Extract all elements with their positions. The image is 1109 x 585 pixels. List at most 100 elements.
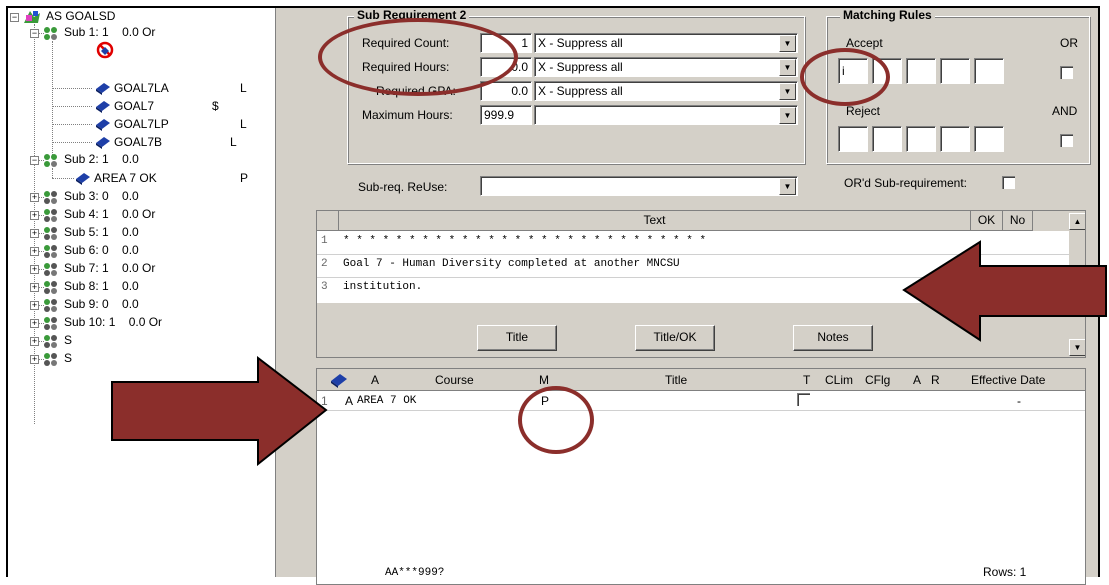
tree-goal-item[interactable]: GOAL7 — [114, 98, 154, 114]
ord-subrequirement-checkbox[interactable] — [1002, 176, 1015, 189]
footer-code: AA***999? — [385, 567, 445, 579]
row-number: 3 — [321, 281, 328, 293]
tree-sub-item[interactable]: + Sub 8: 1 0.0 — [8, 278, 268, 296]
cflg-column-header: CFlg — [865, 373, 891, 387]
goal-flag: L — [240, 117, 247, 131]
title-column-header: Title — [665, 373, 688, 387]
sub-label: Sub 8: 1 0.0 — [64, 279, 139, 293]
title-button[interactable]: Title — [477, 325, 557, 351]
text-line[interactable]: Goal 7 - Human Diversity completed at an… — [343, 258, 680, 270]
tree-sub-item[interactable]: + Sub 10: 1 0.0 Or — [8, 314, 268, 332]
row-number: 1 — [321, 235, 328, 247]
maximum-hours-label: Maximum Hours: — [362, 108, 453, 122]
goal-flag: L — [230, 135, 237, 149]
subrequirement-icon — [44, 299, 57, 312]
expand-toggle[interactable]: + — [30, 301, 39, 310]
maximum-hours-select[interactable] — [534, 105, 798, 125]
chevron-down-icon[interactable]: ▼ — [779, 59, 796, 76]
requirement-tree[interactable]: − AS GOALSD − Sub 1: 1 0.0 Or GOAL7LA L … — [8, 8, 276, 577]
chevron-down-icon[interactable]: ▼ — [779, 83, 796, 100]
highlight-circle-m — [518, 386, 594, 454]
course-a-cell[interactable]: A — [345, 394, 353, 408]
title-ok-button[interactable]: Title/OK — [635, 325, 715, 351]
expand-toggle[interactable]: + — [30, 265, 39, 274]
chevron-down-icon[interactable]: ▼ — [779, 107, 796, 124]
tree-sub-item[interactable]: + Sub 6: 0 0.0 — [8, 242, 268, 260]
chevron-down-icon[interactable]: ▼ — [779, 35, 796, 52]
course-book-icon — [96, 137, 110, 149]
subrequirement-icon — [44, 353, 57, 366]
expand-toggle[interactable]: + — [30, 337, 39, 346]
tree-sub-item[interactable]: + Sub 7: 1 0.0 Or — [8, 260, 268, 278]
subrequirement-icon — [44, 27, 57, 40]
tree-goal-item[interactable]: GOAL7B — [114, 134, 162, 150]
text-line[interactable]: * * * * * * * * * * * * * * * * * * * * … — [343, 235, 706, 247]
tree-sub2[interactable]: Sub 2: 1 0.0 — [64, 151, 139, 167]
m-column-header: M — [539, 373, 549, 387]
tree-goal-item[interactable]: GOAL7LA — [114, 80, 234, 96]
collapse-root-toggle[interactable]: − — [10, 13, 19, 22]
required-hours-select[interactable]: X - Suppress all — [534, 57, 798, 77]
chevron-down-icon[interactable]: ▼ — [779, 178, 796, 195]
collapse-sub2-toggle[interactable]: − — [30, 156, 39, 165]
required-gpa-select[interactable]: X - Suppress all — [534, 81, 798, 101]
notes-button[interactable]: Notes — [793, 325, 873, 351]
tree-root-label[interactable]: AS GOALSD — [46, 8, 115, 24]
tree-sub-item[interactable]: + Sub 9: 0 0.0 — [8, 296, 268, 314]
course-book-icon — [96, 101, 110, 113]
expand-toggle[interactable]: + — [30, 229, 39, 238]
expand-toggle[interactable]: + — [30, 355, 39, 364]
expand-toggle[interactable]: + — [30, 247, 39, 256]
text-line[interactable]: institution. — [343, 281, 422, 293]
and-label: AND — [1052, 104, 1078, 118]
and-checkbox[interactable] — [1060, 134, 1073, 147]
or-label: OR — [1060, 36, 1078, 50]
tree-sub-item[interactable]: + S — [8, 332, 268, 350]
course-grid[interactable]: A Course M Title T CLim CFlg A R Effecti… — [316, 368, 1086, 585]
reject-label: Reject — [846, 104, 881, 118]
reject-rule-4[interactable] — [940, 126, 970, 152]
or-checkbox[interactable] — [1060, 66, 1073, 79]
tree-sub-item[interactable]: + Sub 3: 0 0.0 — [8, 188, 268, 206]
t-checkbox[interactable] — [797, 393, 810, 406]
expand-toggle[interactable]: + — [30, 193, 39, 202]
table-row[interactable]: 1 A AREA 7 OK P - — [317, 391, 1085, 411]
highlight-circle-accept — [800, 48, 890, 106]
collapse-sub1-toggle[interactable]: − — [30, 29, 39, 38]
accept-rule-3[interactable] — [906, 58, 936, 84]
sub1-label: Sub 1: — [64, 25, 99, 39]
area-flag: P — [240, 171, 249, 185]
course-cell[interactable]: AREA 7 OK — [357, 395, 416, 407]
reject-rule-3[interactable] — [906, 126, 936, 152]
sub-label: Sub 9: 0 0.0 — [64, 297, 139, 311]
prohibited-icon — [96, 41, 114, 59]
sub-label: Sub 3: 0 0.0 — [64, 189, 139, 203]
expand-toggle[interactable]: + — [30, 211, 39, 220]
reject-rule-2[interactable] — [872, 126, 902, 152]
subrequirement-icon — [44, 245, 57, 258]
tree-goal-item[interactable]: GOAL7LP — [114, 116, 169, 132]
tree-area-item[interactable]: AREA 7 OK — [94, 170, 157, 186]
expand-toggle[interactable]: + — [30, 319, 39, 328]
reject-rule-1[interactable] — [838, 126, 868, 152]
reject-rule-5[interactable] — [974, 126, 1004, 152]
t-column-header: T — [803, 373, 811, 387]
maximum-hours-input[interactable]: 999.9 — [480, 105, 532, 125]
a2-column-header: A — [913, 373, 922, 387]
accept-rule-5[interactable] — [974, 58, 1004, 84]
required-count-select[interactable]: X - Suppress all — [534, 33, 798, 53]
scroll-up-icon[interactable]: ▲ — [1069, 213, 1085, 230]
goal-flag: L — [240, 81, 247, 95]
course-book-icon — [96, 83, 110, 95]
sub1-count: 1 — [102, 25, 109, 39]
subrequirement-icon — [44, 281, 57, 294]
effective-date-cell[interactable]: - — [1017, 394, 1021, 408]
expand-toggle[interactable]: + — [30, 283, 39, 292]
tree-sub-item[interactable]: + Sub 5: 1 0.0 — [8, 224, 268, 242]
accept-rule-4[interactable] — [940, 58, 970, 84]
course-book-icon — [331, 374, 347, 388]
sub1-hours: 0.0 Or — [122, 25, 156, 39]
tree-sub-item[interactable]: + Sub 4: 1 0.0 Or — [8, 206, 268, 224]
tree-sub1[interactable]: Sub 1: 1 0.0 Or — [64, 24, 155, 40]
subreq-reuse-select[interactable] — [480, 176, 798, 196]
